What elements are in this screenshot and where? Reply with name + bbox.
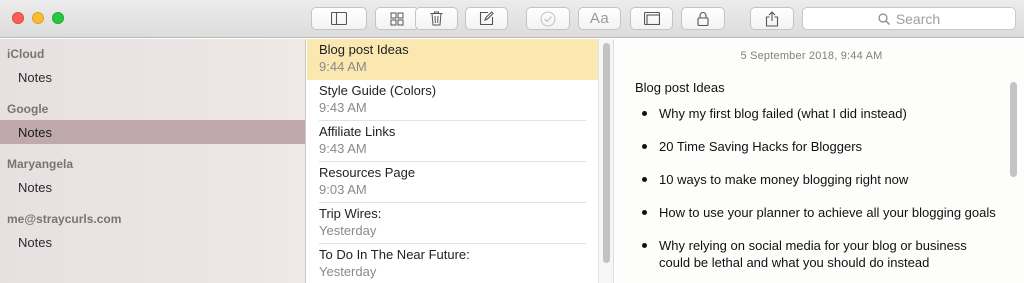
share-icon (765, 10, 779, 27)
note-list-item[interactable]: Trip Wires: Yesterday (307, 203, 598, 244)
sidebar-item-straycurls-notes[interactable]: Notes (0, 230, 305, 254)
note-list-item[interactable]: Affiliate Links 9:43 AM (307, 121, 598, 162)
minimize-window-button[interactable] (32, 12, 44, 24)
lock-icon (697, 12, 709, 26)
search-field[interactable]: Search (802, 7, 1016, 30)
account-header-icloud: iCloud (7, 47, 45, 61)
checkmark-circle-icon (540, 11, 556, 26)
note-title: Affiliate Links (319, 124, 396, 139)
sidebar-icon (331, 12, 347, 25)
table-icon (643, 12, 660, 25)
gallery-view-button[interactable] (375, 7, 419, 30)
editor-scroll-thumb[interactable] (1010, 82, 1017, 177)
grid-icon (390, 12, 404, 25)
close-window-button[interactable] (12, 12, 24, 24)
note-bullet-list: Why my first blog failed (what I did ins… (635, 105, 1000, 283)
bullet-item: Why relying on social media for your blo… (635, 237, 1000, 271)
note-editor[interactable]: 5 September 2018, 9:44 AM Blog post Idea… (615, 39, 1024, 283)
sidebar-item-icloud-notes[interactable]: Notes (0, 65, 305, 89)
note-title: Blog post Ideas (319, 42, 409, 57)
sidebar-item-google-notes[interactable]: Notes (0, 120, 305, 144)
note-date: 9:43 AM (319, 100, 367, 115)
toolbar: Aa Search (0, 0, 1024, 38)
notes-list-scrollbar[interactable] (598, 39, 614, 283)
note-date: 9:44 AM (319, 59, 367, 74)
notes-list: Blog post Ideas 9:44 AM Style Guide (Col… (307, 39, 598, 283)
note-title: Resources Page (319, 165, 416, 180)
lock-button[interactable] (681, 7, 725, 30)
note-list-item[interactable]: Style Guide (Colors) 9:43 AM (307, 80, 598, 121)
new-note-button[interactable] (465, 7, 508, 30)
table-button[interactable] (630, 7, 673, 30)
sidebar-item-maryangela-notes[interactable]: Notes (0, 175, 305, 199)
search-icon (878, 12, 890, 25)
account-header-straycurls: me@straycurls.com (7, 212, 122, 226)
checklist-button[interactable] (526, 7, 570, 30)
bullet-item: 10 ways to make money blogging right now (635, 171, 1000, 188)
note-body-title: Blog post Ideas (635, 80, 725, 95)
delete-button[interactable] (415, 7, 458, 30)
bullet-item: 20 Time Saving Hacks for Bloggers (635, 138, 1000, 155)
note-date: 9:43 AM (319, 141, 367, 156)
format-text-icon: Aa (589, 10, 610, 27)
note-date: Yesterday (319, 264, 377, 279)
note-timestamp: 5 September 2018, 9:44 AM (740, 50, 883, 62)
note-title: Style Guide (Colors) (319, 83, 437, 98)
note-title: To Do In The Near Future: (319, 247, 470, 262)
note-list-item[interactable]: To Do In The Near Future: Yesterday (307, 244, 598, 283)
bullet-item: Why my first blog failed (what I did ins… (635, 105, 1000, 122)
note-date: 9:03 AM (319, 182, 367, 197)
sidebar: iCloud Notes Google Notes Maryangela Not… (0, 39, 306, 283)
note-title: Trip Wires: (319, 206, 382, 221)
notes-list-scroll-thumb[interactable] (603, 43, 610, 263)
compose-icon (479, 11, 494, 26)
bullet-item: How to use your planner to achieve all y… (635, 204, 1000, 221)
note-date: Yesterday (319, 223, 377, 238)
sidebar-toggle-button[interactable] (311, 7, 367, 30)
zoom-window-button[interactable] (52, 12, 64, 24)
note-list-item[interactable]: Blog post Ideas 9:44 AM (307, 39, 598, 80)
note-list-item[interactable]: Resources Page 9:03 AM (307, 162, 598, 203)
account-header-maryangela: Maryangela (7, 157, 74, 171)
format-button[interactable]: Aa (578, 7, 621, 30)
share-button[interactable] (750, 7, 794, 30)
trash-icon (430, 11, 443, 26)
account-header-google: Google (7, 102, 49, 116)
search-placeholder: Search (895, 10, 941, 27)
